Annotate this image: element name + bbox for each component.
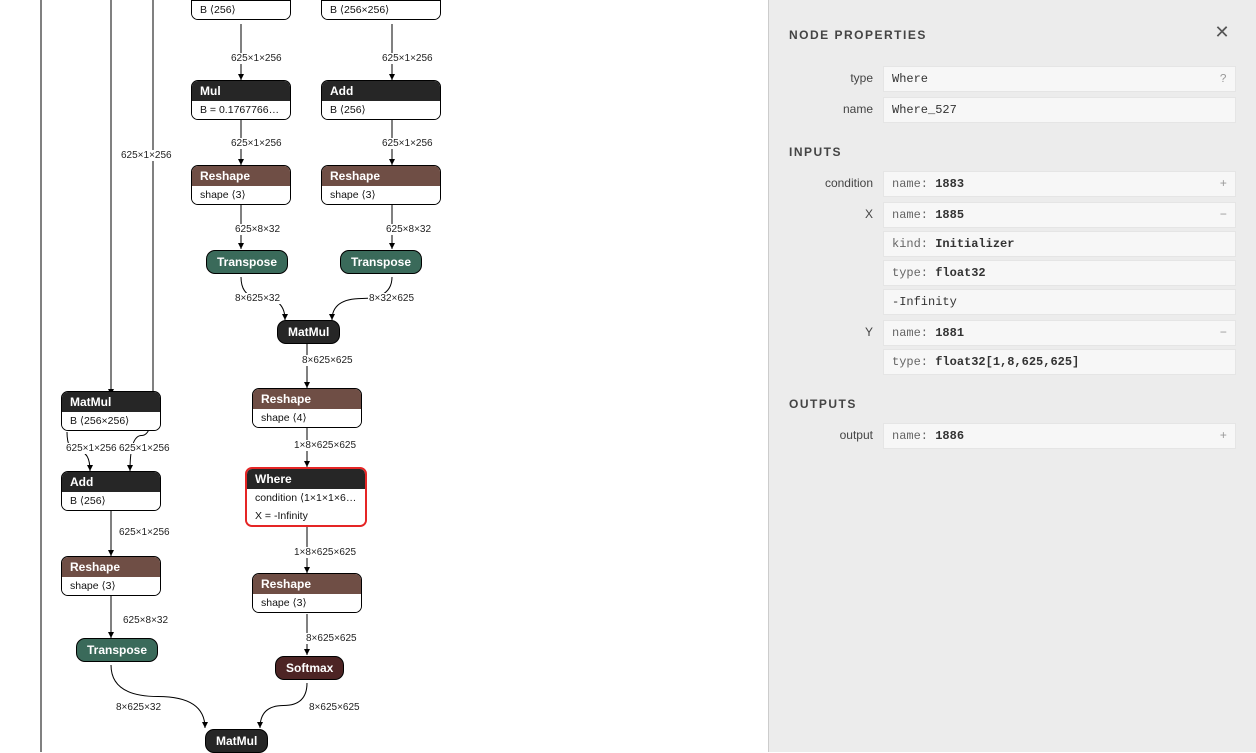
edge-label: 625×1×256 xyxy=(381,138,434,149)
edge-label: 1×8×625×625 xyxy=(293,440,357,451)
node-detail: shape ⟨3⟩ xyxy=(322,186,440,204)
input-condition[interactable]: name: 1883 + xyxy=(883,171,1236,197)
panel-title: NODE PROPERTIES xyxy=(789,28,1236,42)
graph-node[interactable]: Reshapeshape ⟨3⟩ xyxy=(321,165,441,205)
field-label-Y: Y xyxy=(789,320,873,339)
node-title: Add xyxy=(322,81,440,101)
graph-node[interactable]: Transpose xyxy=(206,250,288,274)
node-title: Reshape xyxy=(62,557,160,577)
node-detail: B ⟨256⟩ xyxy=(192,1,290,19)
node-detail: condition ⟨1×1×1×625⟩ xyxy=(247,489,365,507)
edge-label: 625×1×256 xyxy=(118,443,171,454)
node-detail: X = -Infinity xyxy=(247,507,365,525)
input-X[interactable]: kind: Initializer xyxy=(883,231,1236,257)
edge-label: 625×1×256 xyxy=(118,527,171,538)
collapse-icon[interactable]: − xyxy=(1220,208,1227,222)
edge-label: 625×1×256 xyxy=(230,138,283,149)
graph-node[interactable]: Reshapeshape ⟨3⟩ xyxy=(61,556,161,596)
graph-node[interactable]: Reshapeshape ⟨3⟩ xyxy=(252,573,362,613)
edge-label: 625×8×32 xyxy=(122,615,169,626)
edge-label: 8×625×625 xyxy=(305,633,358,644)
edge-label: 8×625×625 xyxy=(301,355,354,366)
edge-label: 625×1×256 xyxy=(120,150,173,161)
input-Y[interactable]: type: float32[1,8,625,625] xyxy=(883,349,1236,375)
graph-node[interactable]: MatMul xyxy=(277,320,340,344)
graph-node[interactable]: AddB ⟨256⟩ xyxy=(61,471,161,511)
graph-node[interactable]: MatMul xyxy=(205,729,268,753)
output-tensor[interactable]: name: 1886 + xyxy=(883,423,1236,449)
node-detail: B = 0.17677669… xyxy=(192,101,290,119)
input-X[interactable]: type: float32 xyxy=(883,260,1236,286)
properties-panel: ✕ NODE PROPERTIES type Where ? name Wher… xyxy=(768,0,1256,752)
graph-node[interactable]: MatMulB ⟨256×256⟩ xyxy=(61,391,161,431)
graph-node[interactable]: Reshapeshape ⟨3⟩ xyxy=(191,165,291,205)
edge-label: 625×1×256 xyxy=(381,53,434,64)
node-title: Add xyxy=(62,472,160,492)
node-detail: shape ⟨3⟩ xyxy=(62,577,160,595)
node-detail: B ⟨256×256⟩ xyxy=(322,1,440,19)
graph-node[interactable]: AddB ⟨256⟩ xyxy=(321,80,441,120)
node-title: MatMul xyxy=(62,392,160,412)
field-label-type: type xyxy=(789,66,873,85)
edge-label: 625×8×32 xyxy=(385,224,432,235)
edge-label: 625×1×256 xyxy=(230,53,283,64)
section-outputs: OUTPUTS xyxy=(789,397,1236,411)
expand-icon[interactable]: + xyxy=(1220,429,1227,443)
section-inputs: INPUTS xyxy=(789,145,1236,159)
edge-label: 8×625×32 xyxy=(234,293,281,304)
help-icon[interactable]: ? xyxy=(1220,72,1227,86)
node-detail: shape ⟨3⟩ xyxy=(253,594,361,612)
field-label-output: output xyxy=(789,423,873,442)
input-Y[interactable]: name: 1881− xyxy=(883,320,1236,346)
node-title: Reshape xyxy=(192,166,290,186)
node-title: Where xyxy=(247,469,365,489)
node-detail: B ⟨256⟩ xyxy=(62,492,160,510)
field-value-name[interactable]: Where_527 xyxy=(883,97,1236,123)
graph-node[interactable]: B ⟨256×256⟩ xyxy=(321,0,441,20)
graph-node[interactable]: MulB = 0.17677669… xyxy=(191,80,291,120)
node-detail: B ⟨256×256⟩ xyxy=(62,412,160,430)
edge-label: 8×625×32 xyxy=(115,702,162,713)
node-title: Mul xyxy=(192,81,290,101)
input-X[interactable]: name: 1885− xyxy=(883,202,1236,228)
graph-node[interactable]: Softmax xyxy=(275,656,344,680)
field-value-type[interactable]: Where ? xyxy=(883,66,1236,92)
node-title: Reshape xyxy=(253,389,361,409)
field-label-name: name xyxy=(789,97,873,116)
edge-label: 625×1×256 xyxy=(65,443,118,454)
field-label-condition: condition xyxy=(789,171,873,190)
graph-node[interactable]: B ⟨256⟩ xyxy=(191,0,291,20)
edge-label: 625×8×32 xyxy=(234,224,281,235)
node-detail: shape ⟨4⟩ xyxy=(253,409,361,427)
node-detail: shape ⟨3⟩ xyxy=(192,186,290,204)
graph-node[interactable]: Transpose xyxy=(76,638,158,662)
input-X[interactable]: -Infinity xyxy=(883,289,1236,315)
node-title: Reshape xyxy=(322,166,440,186)
node-title: Reshape xyxy=(253,574,361,594)
node-detail: B ⟨256⟩ xyxy=(322,101,440,119)
collapse-icon[interactable]: − xyxy=(1220,326,1227,340)
edge-label: 8×32×625 xyxy=(368,293,415,304)
field-label-X: X xyxy=(789,202,873,221)
expand-icon[interactable]: + xyxy=(1220,177,1227,191)
graph-node[interactable]: Wherecondition ⟨1×1×1×625⟩X = -Infinity xyxy=(245,467,367,527)
graph-node[interactable]: Transpose xyxy=(340,250,422,274)
close-icon[interactable]: ✕ xyxy=(1212,22,1232,42)
edge-label: 8×625×625 xyxy=(308,702,361,713)
graph-node[interactable]: Reshapeshape ⟨4⟩ xyxy=(252,388,362,428)
edge-label: 1×8×625×625 xyxy=(293,547,357,558)
